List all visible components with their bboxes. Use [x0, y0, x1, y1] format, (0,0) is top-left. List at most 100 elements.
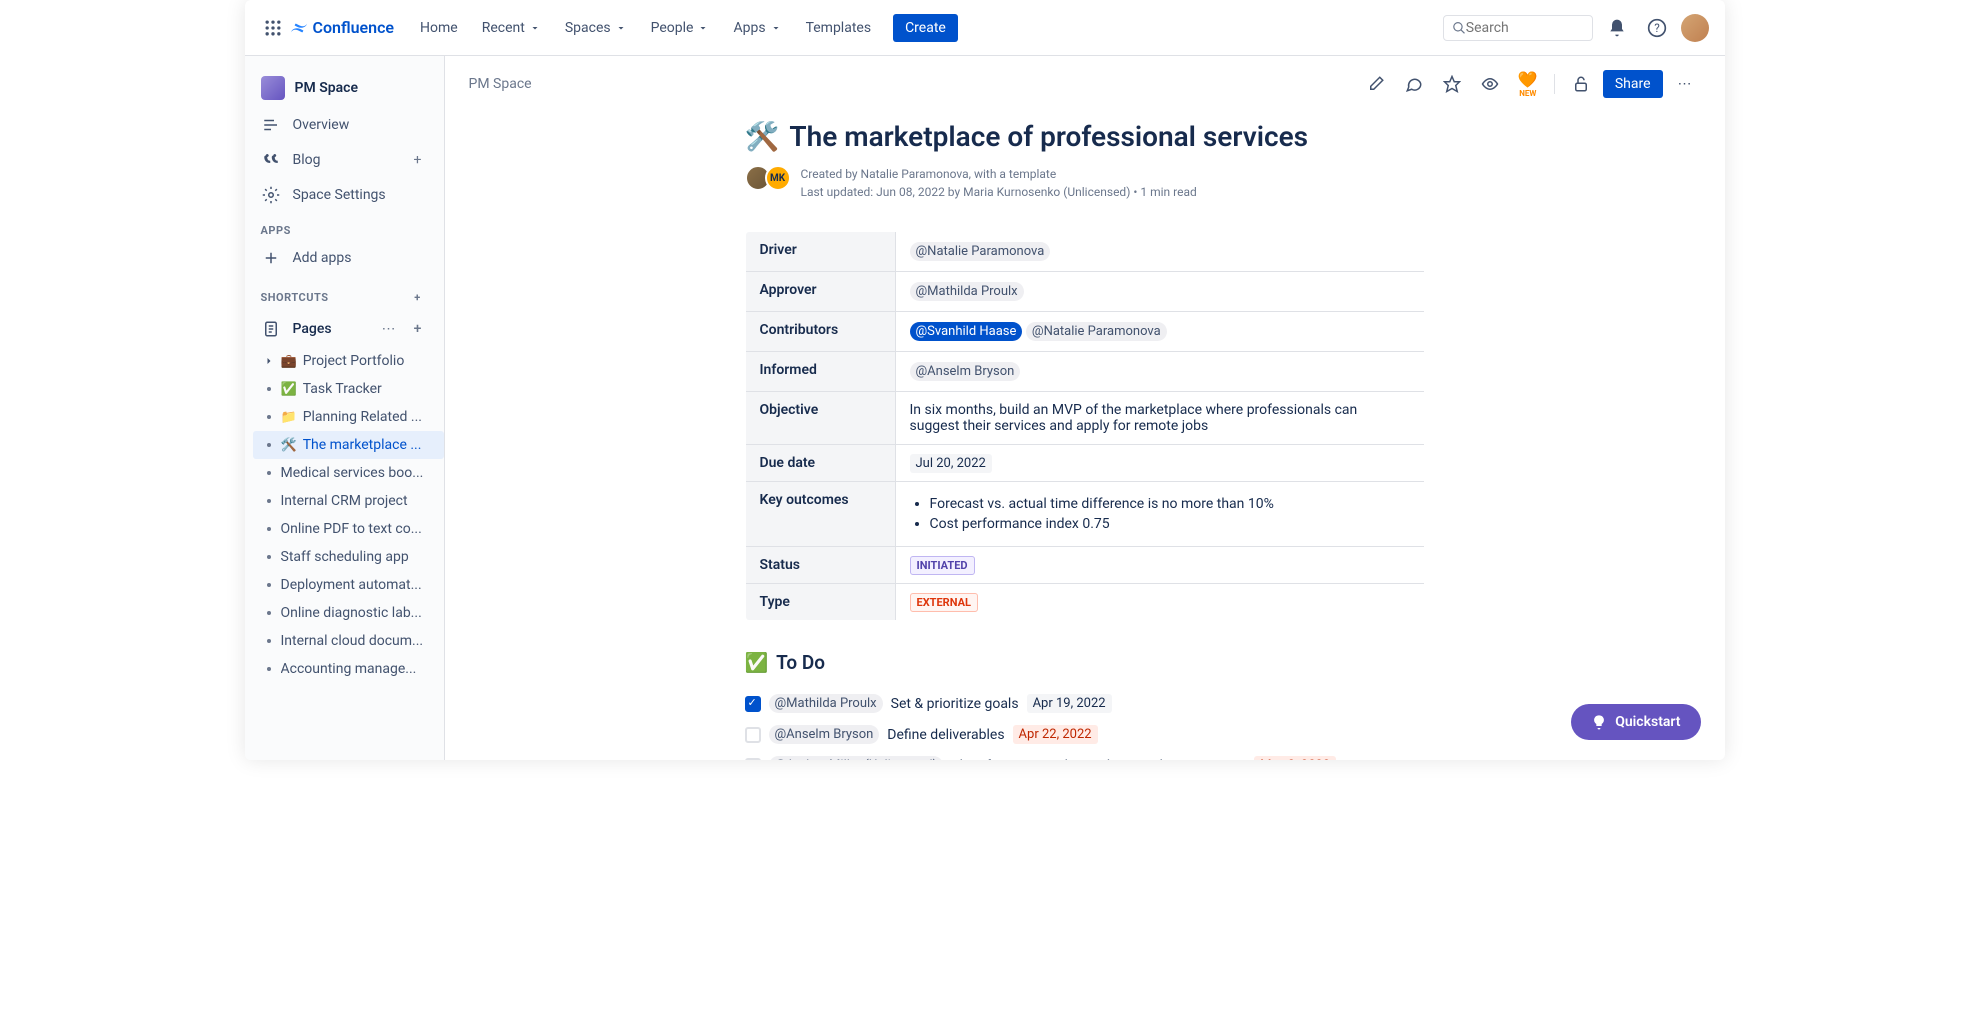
mention[interactable]: @Anselm Bryson: [769, 725, 880, 744]
page-tree-item[interactable]: Online PDF to text co...: [253, 515, 444, 543]
nav-people[interactable]: People: [641, 14, 720, 42]
edit-icon[interactable]: [1360, 68, 1392, 100]
sidebar-item-label: Blog: [293, 152, 321, 168]
confluence-logo[interactable]: Confluence: [289, 18, 395, 38]
page-tree-item[interactable]: 🛠️The marketplace ...: [253, 431, 444, 459]
date: Jul 20, 2022: [910, 454, 992, 473]
quickstart-button[interactable]: Quickstart: [1571, 704, 1700, 740]
page-label: Medical services boo...: [281, 465, 424, 481]
more-icon[interactable]: ⋯: [382, 321, 396, 337]
check-icon: ✅: [745, 651, 769, 674]
page-tree-item[interactable]: 📁Planning Related ...: [253, 403, 444, 431]
restrictions-icon[interactable]: [1565, 68, 1597, 100]
page-tree-item[interactable]: 💼 Project Portfolio: [253, 347, 444, 375]
upgrade-icon[interactable]: 🧡NEW: [1512, 68, 1544, 100]
more-actions-icon[interactable]: ⋯: [1669, 68, 1701, 100]
sidebar-shortcuts-section: SHORTCUTS +: [245, 275, 444, 311]
page-tree-item[interactable]: Deployment automat...: [253, 571, 444, 599]
top-navigation: Confluence Home Recent Spaces People App…: [245, 0, 1725, 56]
space-name: PM Space: [295, 80, 359, 96]
divider: [1554, 74, 1555, 94]
app-switcher-icon[interactable]: [261, 16, 285, 40]
mention[interactable]: @Mathilda Proulx: [769, 694, 883, 713]
table-header: Informed: [745, 352, 895, 392]
mention[interactable]: @Anselm Bryson: [910, 362, 1021, 381]
chevron-down-icon: [615, 22, 627, 34]
table-header: Approver: [745, 272, 895, 312]
overview-icon: [261, 116, 281, 134]
task-checkbox[interactable]: [745, 727, 761, 743]
sidebar-pages-header[interactable]: Pages ⋯ +: [245, 311, 444, 347]
plus-icon: [261, 249, 281, 267]
task-item: @Mathilda ProulxSet & prioritize goalsAp…: [745, 688, 1425, 719]
space-header[interactable]: PM Space: [245, 68, 444, 108]
add-shortcut-icon[interactable]: +: [408, 287, 428, 307]
page-emoji-icon: 💼: [281, 354, 297, 369]
table-header: Due date: [745, 445, 895, 482]
title-text: The marketplace of professional services: [789, 120, 1308, 153]
new-badge: NEW: [1519, 89, 1536, 98]
mention[interactable]: @Svanhild Haase: [910, 322, 1023, 341]
avatar: MK: [765, 165, 791, 191]
chevron-down-icon: [697, 22, 709, 34]
task-date: May 2, 2022: [1254, 756, 1336, 760]
comment-icon[interactable]: [1398, 68, 1430, 100]
table-header: Type: [745, 584, 895, 621]
create-button[interactable]: Create: [893, 14, 958, 42]
page-title: 🛠️ The marketplace of professional servi…: [745, 120, 1425, 153]
sidebar-item-label: Pages: [293, 321, 332, 337]
share-button[interactable]: Share: [1603, 70, 1663, 98]
search-input[interactable]: [1466, 20, 1584, 36]
user-avatar[interactable]: [1681, 14, 1709, 42]
mention[interactable]: @Natalie Paramonova: [1026, 322, 1167, 341]
page-content: PM Space 🧡NEW Share ⋯ 🛠️ The marketplace: [445, 56, 1725, 760]
page-icon: [261, 320, 281, 338]
page-tree-item[interactable]: Internal cloud docum...: [253, 627, 444, 655]
sidebar-overview[interactable]: Overview: [245, 108, 444, 142]
help-icon[interactable]: ?: [1641, 12, 1673, 44]
page-label: Internal cloud docum...: [281, 633, 424, 649]
space-icon: [261, 76, 285, 100]
nav-recent[interactable]: Recent: [472, 14, 551, 42]
nav-spaces[interactable]: Spaces: [555, 14, 637, 42]
mention[interactable]: @Mathilda Proulx: [910, 282, 1024, 301]
page-tree-item[interactable]: Online diagnostic lab...: [253, 599, 444, 627]
breadcrumb[interactable]: PM Space: [469, 76, 532, 92]
nav-home[interactable]: Home: [410, 14, 468, 42]
page-tree-item[interactable]: Staff scheduling app: [253, 543, 444, 571]
table-header: Driver: [745, 232, 895, 272]
task-date: Apr 22, 2022: [1013, 725, 1098, 744]
page-tree-item[interactable]: Internal CRM project: [253, 487, 444, 515]
watch-icon[interactable]: [1474, 68, 1506, 100]
sidebar-add-apps[interactable]: Add apps: [245, 241, 444, 275]
notifications-icon[interactable]: [1601, 12, 1633, 44]
page-tree-item[interactable]: ✅Task Tracker: [253, 375, 444, 403]
search-box[interactable]: [1443, 15, 1593, 41]
add-blog-icon[interactable]: +: [408, 150, 428, 170]
page-label: Project Portfolio: [303, 353, 405, 369]
quickstart-label: Quickstart: [1615, 714, 1680, 730]
task-date: Apr 19, 2022: [1027, 694, 1112, 713]
sidebar-blog[interactable]: Blog +: [245, 142, 444, 178]
mention[interactable]: @Natalie Paramonova: [910, 242, 1051, 261]
task-item: @Anselm BrysonDefine deliverablesApr 22,…: [745, 719, 1425, 750]
page-label: Online diagnostic lab...: [281, 605, 422, 621]
add-page-icon[interactable]: +: [408, 319, 428, 339]
star-icon[interactable]: [1436, 68, 1468, 100]
page-label: Planning Related ...: [303, 409, 422, 425]
chevron-down-icon: [770, 22, 782, 34]
sidebar: PM Space Overview Blog + Space Settings …: [245, 56, 445, 760]
author-avatars[interactable]: MK: [745, 165, 791, 191]
task-checkbox[interactable]: [745, 758, 761, 761]
page-tree-item[interactable]: Medical services boo...: [253, 459, 444, 487]
nav-templates[interactable]: Templates: [796, 14, 882, 42]
status-badge: INITIATED: [910, 556, 975, 575]
sidebar-settings[interactable]: Space Settings: [245, 178, 444, 212]
nav-apps[interactable]: Apps: [723, 14, 791, 42]
mention[interactable]: @Andew Miller (Unlicensed): [769, 756, 944, 760]
updated-by: Last updated: Jun 08, 2022 by Maria Kurn…: [801, 183, 1197, 201]
table-header: Contributors: [745, 312, 895, 352]
sidebar-item-label: Overview: [293, 117, 350, 133]
page-tree-item[interactable]: Accounting manage...: [253, 655, 444, 683]
task-checkbox[interactable]: [745, 696, 761, 712]
